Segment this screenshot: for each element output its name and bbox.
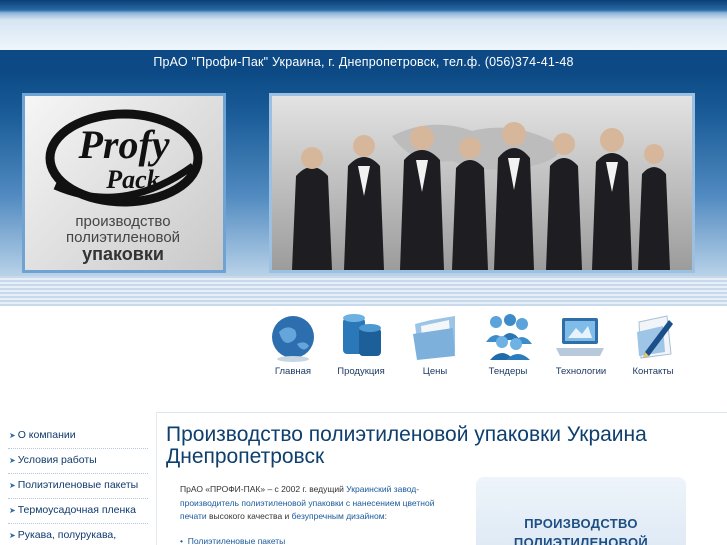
people-group-icon (486, 314, 532, 360)
nav-label-tenders: Тендеры (488, 366, 528, 377)
sidebar-item-bags[interactable]: ➤ Полиэтиленовые пакеты (8, 474, 148, 499)
chevron-right-icon: ➤ (9, 456, 16, 465)
intro-part-e: : (384, 511, 387, 521)
top-band (0, 0, 727, 50)
logo-brand-line2: Pack (105, 165, 159, 194)
chevron-right-icon: ➤ (9, 431, 16, 440)
intro-text: ПрАО «ПРОФИ-ПАК» – с 2002 г. ведущий Укр… (180, 483, 456, 524)
folder-icon (413, 316, 455, 360)
nav-item-contacts[interactable]: Контакты (616, 312, 690, 384)
intro-part-a: ПрАО «ПРОФИ-ПАК» – с 2002 г. ведущий (180, 484, 347, 494)
logo-tagline-3: упаковки (82, 244, 164, 264)
chevron-right-icon: ➤ (9, 506, 16, 515)
sidebar-item-sleeves[interactable]: ➤Рукава, полурукава, полотно (8, 524, 148, 545)
nav-item-technologies[interactable]: Технологии (544, 312, 618, 384)
nav-label-technologies: Технологии (555, 366, 607, 377)
company-logo[interactable]: Profy Pack производство полиэтиленовой у… (22, 93, 226, 273)
nav-label-products: Продукция (337, 366, 385, 377)
sidebar-item-label: Полиэтиленовые пакеты (17, 479, 139, 491)
decorative-stripes (0, 276, 727, 306)
promo-line-1: ПРОИЗВОДСТВО (524, 516, 638, 531)
nav-item-products[interactable]: Продукция (324, 312, 398, 384)
laptop-icon (556, 318, 604, 356)
logo-graphic: Profy Pack производство полиэтиленовой у… (45, 109, 203, 264)
film-roll-icon (343, 314, 381, 356)
sidebar-menu: ➤ О компании ➤ Условия работы ➤ Полиэтилено… (8, 424, 148, 545)
logo-brand-line1: Profy (77, 122, 169, 167)
sidebar-item-label: Термоусадочная пленка (17, 504, 136, 516)
main-navigation: Главная Продукция Цены Тендеры Технологи… (256, 312, 716, 384)
list-item[interactable]: • Полиэтиленовые пакеты (180, 536, 285, 545)
sidebar-item-terms[interactable]: ➤ Условия работы (8, 449, 148, 474)
bullet-icon: • (180, 536, 183, 545)
sidebar-item-shrink-film[interactable]: ➤ Термоусадочная пленка (8, 499, 148, 524)
nav-label-prices: Цены (422, 366, 448, 377)
company-info-text: ПрАО "Профи-Пак" Украина, г. Днепропетро… (153, 55, 574, 69)
team-photo (269, 93, 695, 273)
globe-icon (272, 316, 314, 362)
intro-link-design[interactable]: безупречным дизайном (292, 511, 385, 521)
promo-line-2: ПОЛИЭТИЛЕНОВОЙ (513, 535, 649, 545)
nav-item-prices[interactable]: Цены (398, 312, 472, 384)
nav-label-contacts: Контакты (632, 366, 674, 377)
chevron-right-icon: ➤ (9, 531, 16, 540)
sidebar-divider (156, 412, 157, 545)
page-title: Производство полиэтиленовой упаковки Укр… (166, 423, 647, 468)
sidebar-item-label: Условия работы (17, 454, 97, 466)
team-photo-graphic (272, 96, 692, 270)
list-item-label: Полиэтиленовые пакеты (187, 536, 286, 545)
nav-label-home: Главная (274, 366, 312, 377)
nav-item-tenders[interactable]: Тендеры (471, 312, 545, 384)
logo-tagline-1: производство (75, 213, 170, 230)
company-info-bar: ПрАО "Профи-Пак" Украина, г. Днепропетро… (0, 50, 727, 74)
pen-paper-icon (637, 315, 673, 359)
promo-box[interactable]: ПРОИЗВОДСТВО ПОЛИЭТИЛЕНОВОЙ (476, 477, 686, 545)
sidebar-item-about[interactable]: ➤ О компании (8, 424, 148, 449)
sidebar-item-label: Рукава, полурукава, полотно (9, 529, 117, 545)
chevron-right-icon: ➤ (9, 481, 16, 490)
intro-part-c: высокого качества и (206, 511, 292, 521)
sidebar-item-label: О компании (17, 429, 76, 441)
nav-item-home[interactable]: Главная (256, 312, 330, 384)
content-divider (156, 412, 727, 413)
